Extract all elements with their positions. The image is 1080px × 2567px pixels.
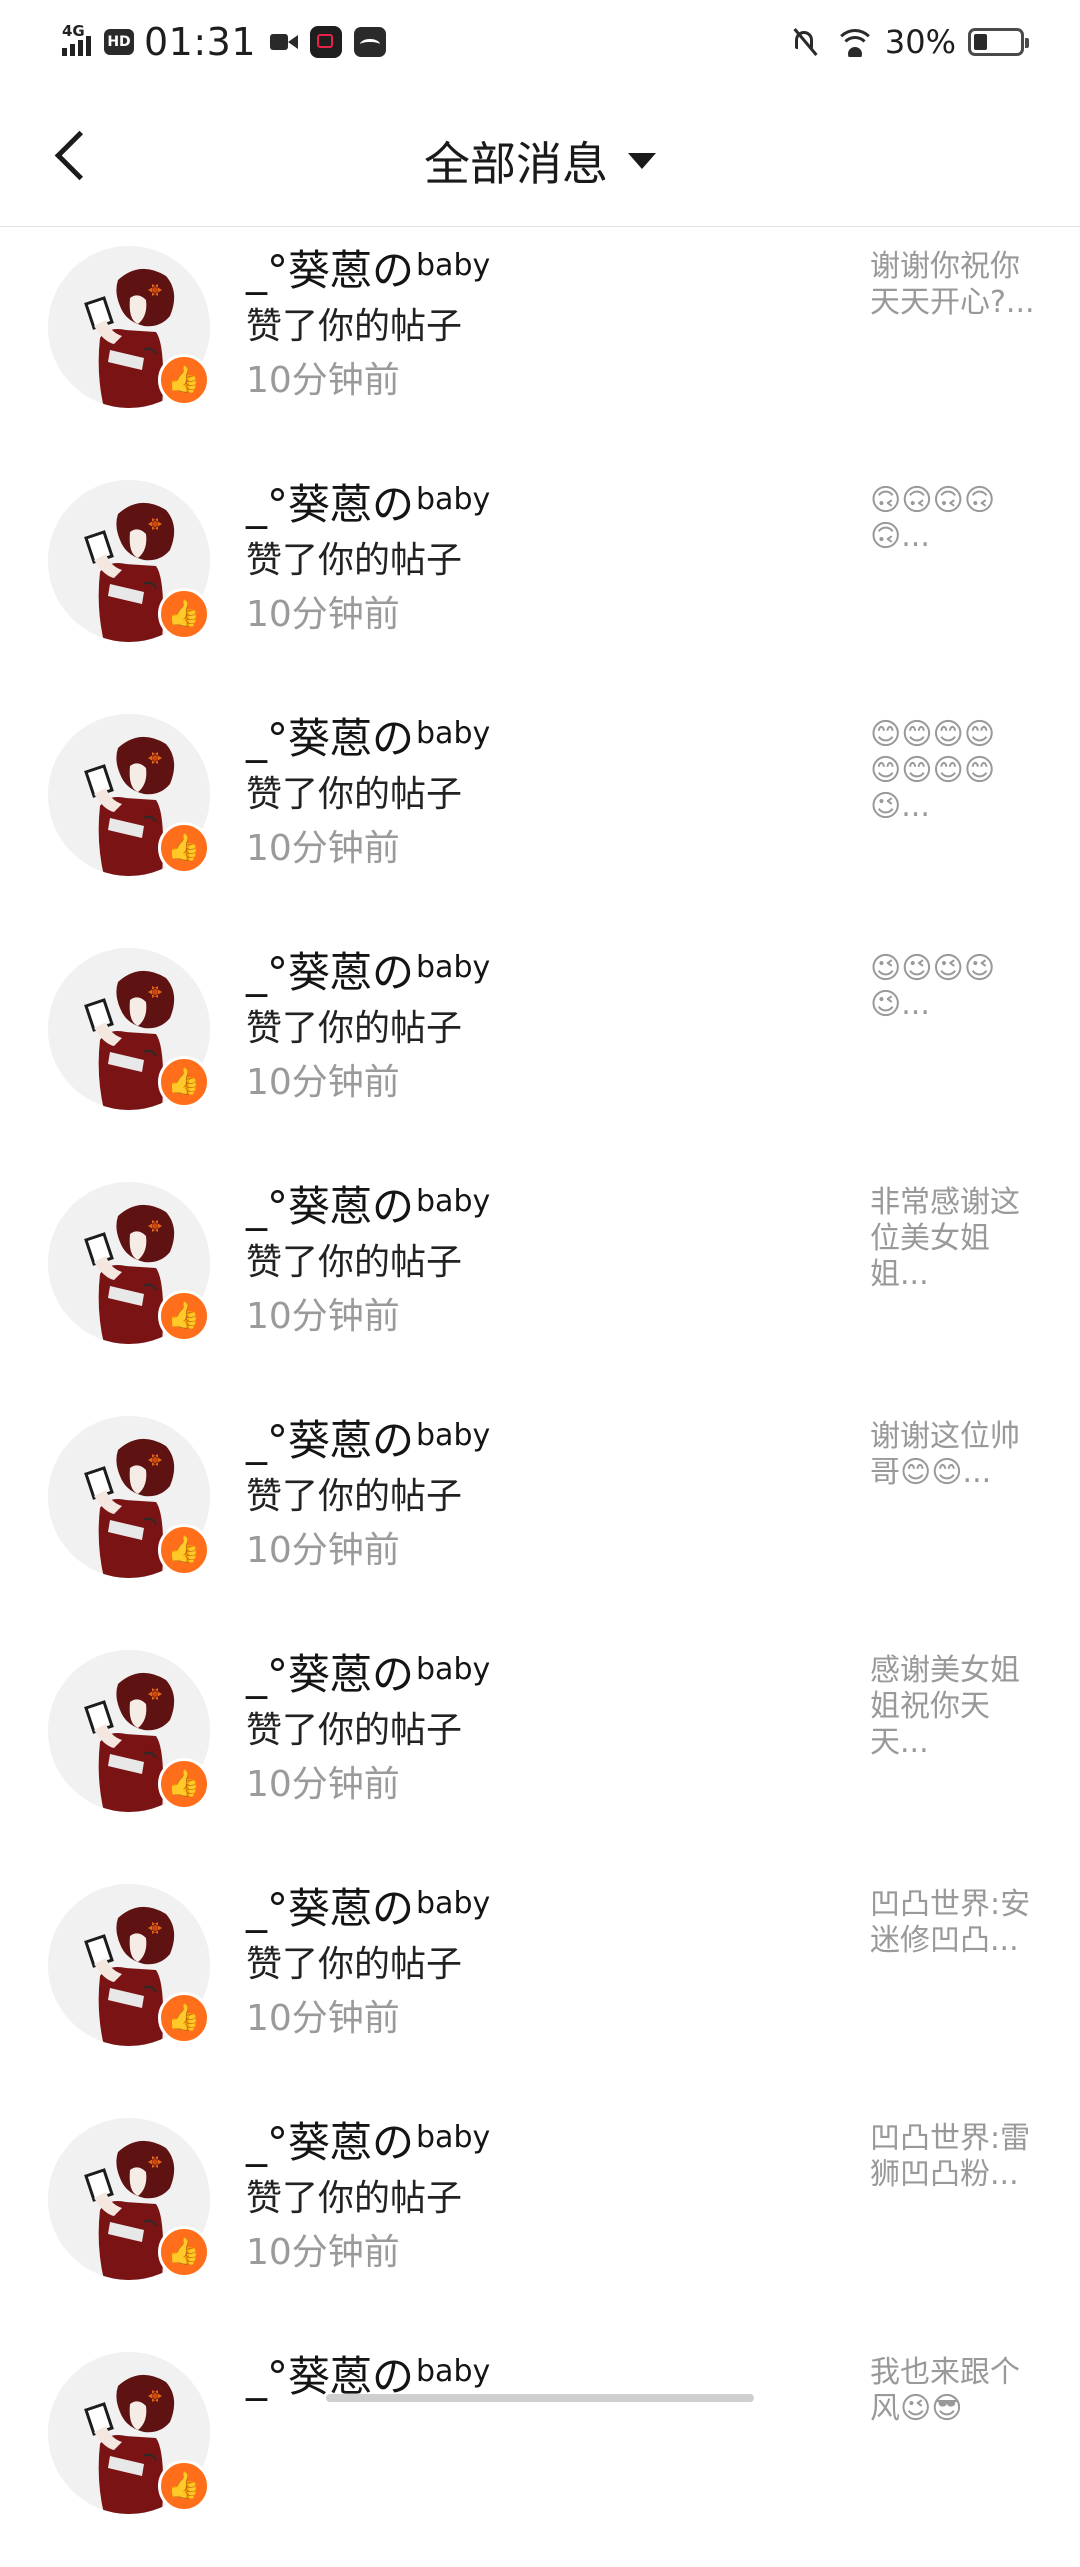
sender-name-text: _°葵蒽の bbox=[246, 948, 415, 997]
sender-name-text: _°葵蒽の bbox=[246, 714, 415, 763]
message-action: 赞了你的帖子 bbox=[246, 1476, 463, 1517]
status-time: 01:31 bbox=[144, 20, 257, 64]
post-preview[interactable]: 非常感谢这 位美女姐 姐... bbox=[870, 1185, 1050, 1293]
message-time: 10分钟前 bbox=[246, 1530, 400, 1571]
post-preview[interactable]: 🙃🙃🙃🙃 🙃... bbox=[870, 483, 1050, 555]
message-item[interactable]: 👍 _°葵蒽のbaby 赞了你的帖子 10分钟前 😉😉😉😉 😉... bbox=[0, 929, 1080, 1163]
message-action: 赞了你的帖子 bbox=[246, 2178, 463, 2219]
message-item[interactable]: 👍 _°葵蒽のbaby 赞了你的帖子 10分钟前 谢谢你祝你 天天开心?... bbox=[0, 227, 1080, 461]
thumbs-up-icon: 👍 bbox=[158, 1524, 210, 1576]
thumbs-up-icon: 👍 bbox=[158, 1758, 210, 1810]
thumbs-up-icon: 👍 bbox=[158, 354, 210, 406]
cellular-signal-icon: 4G bbox=[62, 22, 98, 62]
message-action: 赞了你的帖子 bbox=[246, 774, 463, 815]
sender-name-sup: baby bbox=[416, 1652, 491, 1688]
sender-name-text: _°葵蒽の bbox=[246, 2118, 415, 2167]
message-action: 赞了你的帖子 bbox=[246, 1242, 463, 1283]
sender-name-sup: baby bbox=[416, 1184, 491, 1220]
hd-icon: HD bbox=[104, 29, 134, 55]
battery-icon bbox=[968, 28, 1029, 56]
sender-name-sup: baby bbox=[416, 248, 491, 284]
battery-percent: 30% bbox=[884, 23, 956, 61]
sender-name[interactable]: _°葵蒽のbaby bbox=[246, 1875, 490, 1936]
message-action: 赞了你的帖子 bbox=[246, 1008, 463, 1049]
sender-name-sup: baby bbox=[416, 716, 491, 752]
home-indicator[interactable] bbox=[326, 2394, 754, 2402]
sender-name-sup: baby bbox=[416, 2354, 491, 2390]
message-action: 赞了你的帖子 bbox=[246, 1944, 463, 1985]
sender-name-text: _°葵蒽の bbox=[246, 1884, 415, 1933]
thumbs-up-icon: 👍 bbox=[158, 1290, 210, 1342]
sender-name-text: _°葵蒽の bbox=[246, 1416, 415, 1465]
thumbs-up-icon: 👍 bbox=[158, 2226, 210, 2278]
sender-name[interactable]: _°葵蒽のbaby bbox=[246, 1407, 490, 1468]
thumbs-up-icon: 👍 bbox=[158, 1992, 210, 2044]
app-header: 全部消息 bbox=[0, 84, 1080, 227]
thumbs-up-icon: 👍 bbox=[158, 2460, 210, 2512]
sender-name-text: _°葵蒽の bbox=[246, 1650, 415, 1699]
message-time: 10分钟前 bbox=[246, 594, 400, 635]
message-action: 赞了你的帖子 bbox=[246, 540, 463, 581]
post-preview[interactable]: 😉😉😉😉 😉... bbox=[870, 951, 1050, 1023]
message-item[interactable]: 👍 _°葵蒽のbaby 赞了你的帖子 10分钟前 😊😊😊😊 😊😊😊😊 😉... bbox=[0, 695, 1080, 929]
sender-name-sup: baby bbox=[416, 1418, 491, 1454]
message-item[interactable]: 👍 _°葵蒽のbaby 赞了你的帖子 10分钟前 谢谢这位帅 哥😊😊... bbox=[0, 1397, 1080, 1631]
post-preview[interactable]: 😊😊😊😊 😊😊😊😊 😉... bbox=[870, 717, 1050, 825]
message-time: 10分钟前 bbox=[246, 2232, 400, 2273]
sender-name-text: _°葵蒽の bbox=[246, 1182, 415, 1231]
sender-name[interactable]: _°葵蒽のbaby bbox=[246, 471, 490, 532]
sender-name-sup: baby bbox=[416, 482, 491, 518]
message-time: 10分钟前 bbox=[246, 360, 400, 401]
caret-down-icon bbox=[628, 153, 656, 169]
thumbs-up-icon: 👍 bbox=[158, 1056, 210, 1108]
sender-name[interactable]: _°葵蒽のbaby bbox=[246, 2109, 490, 2170]
message-item[interactable]: 👍 _°葵蒽のbaby 我也来跟个 风😉😎 bbox=[0, 2333, 1080, 2567]
sender-name-text: _°葵蒽の bbox=[246, 246, 415, 295]
message-time: 10分钟前 bbox=[246, 828, 400, 869]
sender-name-sup: baby bbox=[416, 1886, 491, 1922]
message-action: 赞了你的帖子 bbox=[246, 306, 463, 347]
message-time: 10分钟前 bbox=[246, 1296, 400, 1337]
post-preview[interactable]: 我也来跟个 风😉😎 bbox=[870, 2355, 1050, 2427]
status-bar: 4G HD 01:31 30% bbox=[0, 0, 1080, 84]
message-item[interactable]: 👍 _°葵蒽のbaby 赞了你的帖子 10分钟前 感谢美女姐 姐祝你天 天... bbox=[0, 1631, 1080, 1865]
post-preview[interactable]: 谢谢你祝你 天天开心?... bbox=[870, 249, 1050, 321]
sender-name-sup: baby bbox=[416, 2120, 491, 2156]
message-item[interactable]: 👍 _°葵蒽のbaby 赞了你的帖子 10分钟前 凹凸世界:雷 狮凹凸粉... bbox=[0, 2099, 1080, 2333]
sender-name-text: _°葵蒽の bbox=[246, 480, 415, 529]
message-action: 赞了你的帖子 bbox=[246, 1710, 463, 1751]
page-title: 全部消息 bbox=[424, 137, 608, 191]
wifi-icon bbox=[834, 27, 875, 57]
message-time: 10分钟前 bbox=[246, 1764, 400, 1805]
video-camera-icon bbox=[270, 31, 299, 53]
gallery-app-icon bbox=[354, 27, 387, 57]
screen-record-icon bbox=[310, 26, 343, 58]
sender-name[interactable]: _°葵蒽のbaby bbox=[246, 237, 490, 298]
post-preview[interactable]: 凹凸世界:安 迷修凹凸... bbox=[870, 1887, 1050, 1959]
post-preview[interactable]: 凹凸世界:雷 狮凹凸粉... bbox=[870, 2121, 1050, 2193]
post-preview[interactable]: 谢谢这位帅 哥😊😊... bbox=[870, 1419, 1050, 1491]
message-item[interactable]: 👍 _°葵蒽のbaby 赞了你的帖子 10分钟前 非常感谢这 位美女姐 姐... bbox=[0, 1163, 1080, 1397]
message-filter-dropdown[interactable]: 全部消息 bbox=[0, 128, 1080, 194]
message-time: 10分钟前 bbox=[246, 1062, 400, 1103]
message-item[interactable]: 👍 _°葵蒽のbaby 赞了你的帖子 10分钟前 🙃🙃🙃🙃 🙃... bbox=[0, 461, 1080, 695]
sender-name-sup: baby bbox=[416, 950, 491, 986]
message-time: 10分钟前 bbox=[246, 1998, 400, 2039]
thumbs-up-icon: 👍 bbox=[158, 822, 210, 874]
sender-name[interactable]: _°葵蒽のbaby bbox=[246, 939, 490, 1000]
thumbs-up-icon: 👍 bbox=[158, 588, 210, 640]
sender-name[interactable]: _°葵蒽のbaby bbox=[246, 1641, 490, 1702]
post-preview[interactable]: 感谢美女姐 姐祝你天 天... bbox=[870, 1653, 1050, 1761]
sender-name[interactable]: _°葵蒽のbaby bbox=[246, 1173, 490, 1234]
mute-bell-icon bbox=[791, 27, 819, 57]
sender-name[interactable]: _°葵蒽のbaby bbox=[246, 705, 490, 766]
message-item[interactable]: 👍 _°葵蒽のbaby 赞了你的帖子 10分钟前 凹凸世界:安 迷修凹凸... bbox=[0, 1865, 1080, 2099]
